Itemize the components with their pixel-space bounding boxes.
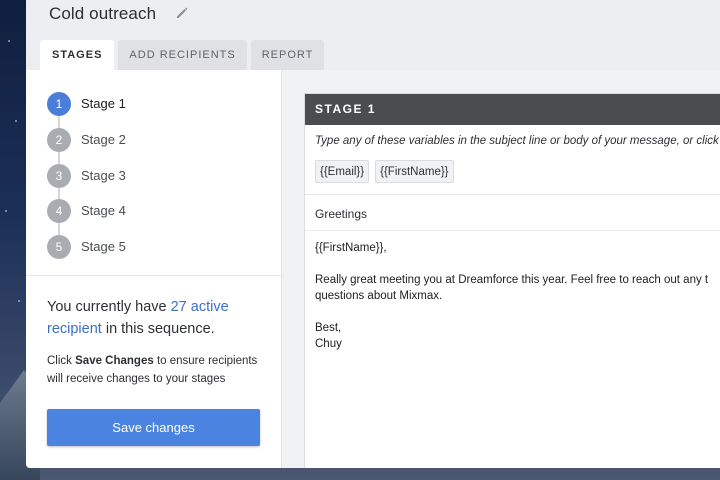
stage-number-badge: 1 <box>47 92 71 116</box>
stage-item-1[interactable]: 1 Stage 1 <box>47 92 126 128</box>
stage-label: Stage 2 <box>81 131 126 147</box>
editor-divider <box>305 194 720 195</box>
tab-add-recipients[interactable]: ADD RECIPIENTS <box>118 40 247 70</box>
recipient-summary-prefix: You currently have <box>47 299 171 315</box>
stage-connector <box>58 116 60 128</box>
save-changes-button[interactable]: Save changes <box>47 409 260 446</box>
tab-report[interactable]: REPORT <box>250 40 325 70</box>
stage-label: Stage 1 <box>81 96 126 111</box>
stage-list: 1 Stage 1 2 Stage 2 3 Stage 3 4 Stage 4 … <box>47 92 126 271</box>
stage-number-badge: 4 <box>47 199 71 224</box>
save-hint-bold: Save Changes <box>75 355 154 367</box>
tab-bar: STAGES ADD RECIPIENTS REPORT <box>40 40 325 71</box>
stage-editor-title: STAGE 1 <box>305 94 720 125</box>
stage-editor: STAGE 1 Type any of these variables in t… <box>304 93 720 468</box>
variable-chip-email[interactable]: {{Email}} <box>315 160 370 183</box>
stage-item-3[interactable]: 3 Stage 3 <box>47 163 126 200</box>
stage-item-5[interactable]: 5 Stage 5 <box>47 235 126 271</box>
stage-item-2[interactable]: 2 Stage 2 <box>47 127 126 164</box>
stage-label: Stage 3 <box>81 167 126 183</box>
recipient-summary-suffix: in this sequence. <box>101 321 215 337</box>
sidebar-divider <box>26 275 282 276</box>
stage-connector <box>58 187 60 200</box>
save-hint: Click Save Changes to ensure recipients … <box>47 352 275 388</box>
stage-editor-pane: STAGE 1 Type any of these variables in t… <box>282 70 720 468</box>
editor-divider <box>305 230 720 231</box>
variable-chips: {{Email}} {{FirstName}} <box>315 160 720 183</box>
subject-field[interactable]: Greetings <box>315 207 367 221</box>
tab-stages[interactable]: STAGES <box>40 40 115 71</box>
sequence-title: Cold outreach <box>49 4 157 23</box>
stage-connector <box>58 223 60 236</box>
sequence-header: Cold outreach STAGES ADD RECIPIENTS REPO… <box>26 0 720 71</box>
stage-item-4[interactable]: 4 Stage 4 <box>47 199 126 236</box>
message-body-editor[interactable]: {{FirstName}}, Really great meeting you … <box>315 240 720 352</box>
stage-number-badge: 2 <box>47 127 71 152</box>
recipient-summary: You currently have 27 active recipient i… <box>47 296 267 340</box>
stage-connector <box>58 151 60 164</box>
stage-number-badge: 5 <box>47 235 71 260</box>
variable-chip-firstname[interactable]: {{FirstName}} <box>375 160 454 183</box>
variables-hint: Type any of these variables in the subje… <box>315 135 719 147</box>
backdrop-star <box>18 300 20 302</box>
stage-label: Stage 5 <box>81 239 126 255</box>
stage-number-badge: 3 <box>47 163 71 188</box>
backdrop-star <box>15 120 17 122</box>
pencil-icon[interactable] <box>174 5 190 21</box>
backdrop-star <box>8 40 10 42</box>
save-hint-prefix: Click <box>47 355 76 367</box>
stage-label: Stage 4 <box>81 203 126 219</box>
sequence-window: Cold outreach STAGES ADD RECIPIENTS REPO… <box>26 0 720 468</box>
backdrop-star <box>5 210 7 212</box>
stages-sidebar: 1 Stage 1 2 Stage 2 3 Stage 3 4 Stage 4 … <box>26 70 282 468</box>
